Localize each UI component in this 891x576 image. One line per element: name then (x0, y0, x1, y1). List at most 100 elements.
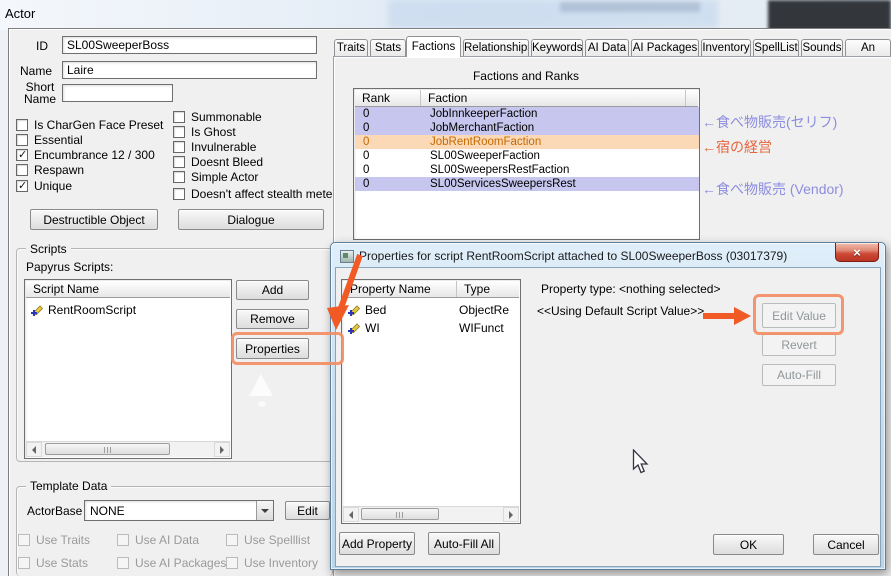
white-up-arrow (249, 374, 273, 396)
table-row[interactable]: 0 JobInnkeeperFaction (355, 107, 699, 121)
table-row[interactable]: 0 SL00SweeperFaction (355, 149, 699, 163)
autofill-button[interactable]: Auto-Fill (762, 364, 836, 386)
actorbase-edit-button[interactable]: Edit (285, 501, 330, 520)
tab-animation[interactable]: An (845, 39, 891, 56)
checkbox-box[interactable] (173, 126, 185, 138)
checkbox-box[interactable] (173, 156, 185, 168)
table-row[interactable]: 0 JobRentRoomFaction (355, 135, 699, 149)
destructible-object-button[interactable]: Destructible Object (30, 209, 158, 230)
annotation-food-vendor-dialogue: ←食べ物販売(セリフ) (702, 114, 838, 130)
tab-factions[interactable]: Factions (406, 36, 461, 57)
checkbox-box[interactable] (16, 119, 28, 131)
tab-relationships[interactable]: Relationships (463, 39, 529, 56)
scroll-right-icon[interactable] (503, 507, 519, 522)
dialogue-button[interactable]: Dialogue (178, 209, 324, 230)
factions-and-ranks-title: Factions and Ranks (472, 69, 580, 83)
checkbox-label: Is Ghost (191, 125, 236, 139)
table-row[interactable]: 0 SL00SweepersRestFaction (355, 163, 699, 177)
property-list-hscrollbar[interactable] (343, 506, 519, 522)
checkbox-box[interactable] (173, 111, 185, 123)
scroll-left-icon[interactable] (26, 442, 42, 457)
name-input[interactable] (62, 61, 317, 79)
add-property-button[interactable]: Add Property (339, 532, 415, 555)
checkbox-is-chargen-face-preset[interactable]: Is CharGen Face Preset (16, 118, 163, 132)
checkbox-box[interactable] (16, 134, 28, 146)
column-header-script-name[interactable]: Script Name (26, 281, 230, 297)
property-type-status: Property type: <nothing selected> (541, 282, 721, 296)
actorbase-label: ActorBase (27, 504, 83, 518)
tab-inventory[interactable]: Inventory (701, 39, 751, 56)
chevron-down-icon[interactable] (256, 501, 273, 520)
checkbox-label: Essential (34, 133, 83, 147)
script-properties-dialog: Properties for script RentRoomScript att… (330, 242, 886, 570)
tab-ai-packages[interactable]: AI Packages (631, 39, 699, 56)
papyrus-scripts-list[interactable]: Script Name RentRoomScript (24, 279, 232, 459)
checkbox-simple-actor[interactable]: Simple Actor (173, 170, 258, 184)
rank-cell: 0 (363, 164, 370, 176)
scroll-left-icon[interactable] (343, 507, 359, 522)
checkbox-box (226, 534, 238, 546)
short-name-label: Short Name (22, 81, 58, 105)
revert-button[interactable]: Revert (762, 334, 836, 356)
rank-cell: 0 (363, 122, 370, 134)
tab-sounds[interactable]: Sounds (801, 39, 843, 56)
ok-button[interactable]: OK (713, 534, 784, 555)
window-title: Actor (5, 6, 36, 21)
column-header-rank[interactable]: Rank (355, 90, 421, 106)
checkbox-box[interactable] (16, 179, 28, 192)
property-type: WIFunct (459, 321, 504, 335)
column-header-faction[interactable]: Faction (421, 90, 686, 106)
script-icon (31, 305, 44, 316)
add-script-button[interactable]: Add (236, 280, 309, 300)
checkbox-summonable[interactable]: Summonable (173, 110, 262, 124)
scrollbar-track[interactable] (359, 507, 503, 522)
tab-spelllist[interactable]: SpellList (753, 39, 799, 56)
autofill-all-button[interactable]: Auto-Fill All (428, 532, 500, 555)
table-row[interactable]: 0 JobMerchantFaction (355, 121, 699, 135)
checkbox-box[interactable] (16, 164, 28, 176)
checkbox-box[interactable] (173, 141, 185, 153)
short-name-input[interactable] (62, 84, 173, 102)
close-icon[interactable]: × (835, 243, 879, 262)
checkbox-box[interactable] (173, 188, 185, 200)
checkbox-use-ai-data: Use AI Data (117, 533, 199, 547)
scrollbar-thumb[interactable] (45, 443, 170, 455)
checkbox-label: Use Traits (36, 533, 91, 547)
scripts-list-header: Script Name (26, 281, 230, 298)
checkbox-label: Encumbrance 12 / 300 (34, 148, 155, 162)
cancel-button[interactable]: Cancel (813, 534, 879, 555)
table-row[interactable]: 0 SL00ServicesSweepersRest (355, 177, 699, 191)
short-name-label-line2: Name (23, 92, 56, 106)
checkbox-invulnerable[interactable]: Invulnerable (173, 140, 256, 154)
checkbox-doesnt-bleed[interactable]: Doesnt Bleed (173, 155, 263, 169)
checkbox-is-ghost[interactable]: Is Ghost (173, 125, 236, 139)
rank-cell: 0 (363, 136, 370, 148)
tab-traits[interactable]: Traits (334, 39, 368, 56)
default-script-value-note: <<Using Default Script Value>> (537, 304, 705, 318)
property-name: WI (365, 321, 380, 335)
remove-script-button[interactable]: Remove (236, 309, 309, 329)
checkbox-respawn[interactable]: Respawn (16, 163, 84, 177)
checkbox-box[interactable] (16, 148, 28, 161)
id-input[interactable] (62, 36, 317, 54)
tab-stats[interactable]: Stats (370, 39, 406, 56)
checkbox-essential[interactable]: Essential (16, 133, 83, 147)
actorbase-combobox[interactable]: NONE (84, 500, 274, 521)
checkbox-unique[interactable]: Unique (16, 179, 72, 193)
property-name: Bed (365, 303, 387, 317)
tab-ai-data[interactable]: AI Data (585, 39, 629, 56)
list-item-rentroomscript[interactable]: RentRoomScript (26, 301, 226, 319)
checkbox-stealth-meter[interactable]: Doesn't affect stealth meter (173, 187, 336, 201)
scrollbar-track[interactable] (42, 442, 214, 457)
scrollbar-thumb[interactable] (361, 508, 439, 520)
white-dot (258, 401, 266, 407)
scroll-right-icon[interactable] (214, 442, 230, 457)
column-header-type[interactable]: Type (457, 281, 519, 297)
checkbox-box[interactable] (173, 171, 185, 183)
checkbox-box (18, 557, 30, 569)
factions-table[interactable]: Rank Faction 0 JobInnkeeperFaction 0 Job… (353, 88, 700, 240)
background-blur-detail (560, 2, 700, 12)
checkbox-encumbrance[interactable]: Encumbrance 12 / 300 (16, 148, 155, 162)
scripts-list-hscrollbar[interactable] (26, 441, 230, 457)
tab-keywords[interactable]: Keywords (531, 39, 583, 56)
